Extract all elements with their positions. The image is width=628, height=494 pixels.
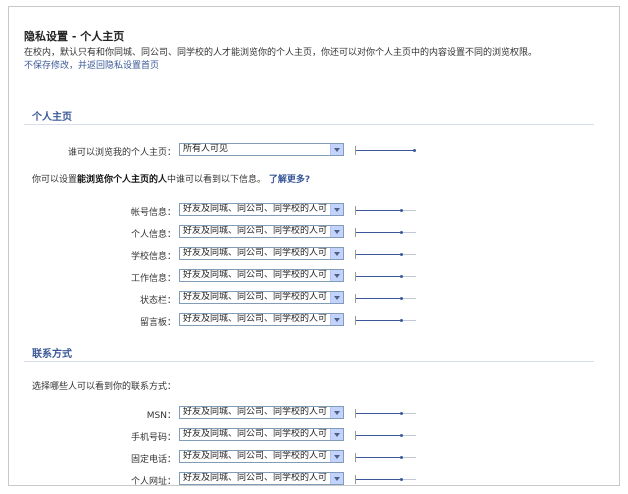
contact-row-slider[interactable]	[355, 453, 416, 462]
profile-row-value: 好友及同城、同公司、同学校的人可	[183, 314, 328, 324]
slider-tick	[355, 206, 356, 215]
slider-track-remaining	[403, 232, 416, 233]
profile-row-select[interactable]: 好友及同城、同公司、同学校的人可	[179, 203, 344, 216]
contact-row-select[interactable]: 好友及同城、同公司、同学校的人可	[179, 406, 344, 419]
chevron-down-icon	[330, 314, 343, 325]
slider-tick	[355, 475, 356, 484]
chevron-down-icon	[330, 451, 343, 462]
profile-row-value: 好友及同城、同公司、同学校的人可	[183, 292, 328, 302]
chevron-down-icon	[330, 292, 343, 303]
section-divider	[24, 124, 594, 125]
slider-tick	[355, 146, 356, 155]
profile-row-slider[interactable]	[355, 316, 416, 325]
chevron-down-icon	[330, 204, 343, 215]
slider-track-remaining	[403, 413, 416, 414]
profile-row-value: 好友及同城、同公司、同学校的人可	[183, 270, 328, 280]
profile-row-slider[interactable]	[355, 206, 416, 215]
profile-row-label: 工作信息：	[130, 274, 176, 284]
slider-track-remaining	[403, 320, 416, 321]
profile-section-note: 你可以设置能浏览你个人主页的人中谁可以看到以下信息。 了解更多?	[32, 172, 310, 185]
profile-row-label: 帐号信息：	[130, 208, 176, 218]
slider-tick	[355, 294, 356, 303]
who-can-view-slider[interactable]	[355, 146, 416, 155]
slider-tick	[355, 316, 356, 325]
profile-row-slider[interactable]	[355, 272, 416, 281]
slider-tick	[355, 431, 356, 440]
slider-track-remaining	[403, 210, 416, 211]
note-bold: 能浏览你个人主页的人	[77, 175, 168, 185]
slider-tick	[355, 228, 356, 237]
slider-tick	[355, 409, 356, 418]
contact-row-slider[interactable]	[355, 475, 416, 484]
note-prefix: 你可以设置	[32, 175, 78, 185]
profile-row-select[interactable]: 好友及同城、同公司、同学校的人可	[179, 225, 344, 238]
contact-row-select[interactable]: 好友及同城、同公司、同学校的人可	[179, 428, 344, 441]
chevron-down-icon	[330, 248, 343, 259]
contact-row-value: 好友及同城、同公司、同学校的人可	[183, 451, 328, 461]
contact-section-note: 选择哪些人可以看到你的联系方式：	[32, 382, 177, 392]
profile-row-label: 状态栏：	[139, 296, 176, 306]
contact-row-label: 固定电话：	[130, 455, 176, 465]
profile-row-slider[interactable]	[355, 228, 416, 237]
slider-track-remaining	[403, 254, 416, 255]
profile-row-label: 留言板：	[139, 318, 176, 328]
slider-track-remaining	[403, 276, 416, 277]
contact-section-title: 联系方式	[32, 349, 72, 360]
profile-row-select[interactable]: 好友及同城、同公司、同学校的人可	[179, 313, 344, 326]
profile-row-slider[interactable]	[355, 294, 416, 303]
profile-row-label: 学校信息：	[130, 252, 176, 262]
slider-tick	[355, 272, 356, 281]
contact-row-select[interactable]: 好友及同城、同公司、同学校的人可	[179, 472, 344, 485]
chevron-down-icon	[330, 473, 343, 484]
profile-row-label: 个人信息：	[130, 230, 176, 240]
chevron-down-icon	[330, 270, 343, 281]
profile-row-select[interactable]: 好友及同城、同公司、同学校的人可	[179, 291, 344, 304]
chevron-down-icon	[330, 226, 343, 237]
learn-more-link[interactable]: 了解更多?	[269, 175, 310, 185]
page-title: 隐私设置 - 个人主页	[24, 30, 125, 43]
contact-row-value: 好友及同城、同公司、同学校的人可	[183, 429, 328, 439]
slider-knob[interactable]	[413, 149, 416, 152]
section-divider	[24, 361, 594, 362]
contact-row-value: 好友及同城、同公司、同学校的人可	[183, 473, 328, 483]
who-can-view-select[interactable]: 所有人可见	[179, 143, 344, 156]
contact-row-select[interactable]: 好友及同城、同公司、同学校的人可	[179, 450, 344, 463]
slider-track-remaining	[403, 435, 416, 436]
chevron-down-icon	[330, 407, 343, 418]
profile-section-title: 个人主页	[32, 112, 72, 123]
contact-row-value: 好友及同城、同公司、同学校的人可	[183, 407, 328, 417]
who-can-view-label: 谁可以浏览我的个人主页：	[67, 148, 176, 158]
chevron-down-icon	[330, 144, 343, 155]
contact-row-slider[interactable]	[355, 431, 416, 440]
slider-tick	[355, 250, 356, 259]
slider-tick	[355, 453, 356, 462]
profile-row-value: 好友及同城、同公司、同学校的人可	[183, 226, 328, 236]
contact-row-label: 手机号码：	[130, 433, 176, 443]
note-suffix: 中谁可以看到以下信息。	[167, 175, 267, 185]
chevron-down-icon	[330, 429, 343, 440]
slider-track-remaining	[403, 298, 416, 299]
back-to-privacy-home-link[interactable]: 不保存修改，并返回隐私设置首页	[24, 58, 159, 71]
intro-text: 在校内，默认只有和你同城、同公司、同学校的人才能浏览你的个人主页，你还可以对你个…	[24, 48, 538, 58]
profile-row-value: 好友及同城、同公司、同学校的人可	[183, 204, 328, 214]
who-can-view-value: 所有人可见	[183, 144, 229, 154]
profile-row-value: 好友及同城、同公司、同学校的人可	[183, 248, 328, 258]
profile-row-slider[interactable]	[355, 250, 416, 259]
contact-row-label: MSN：	[146, 411, 176, 421]
profile-row-select[interactable]: 好友及同城、同公司、同学校的人可	[179, 247, 344, 260]
slider-track-remaining	[403, 457, 416, 458]
profile-row-select[interactable]: 好友及同城、同公司、同学校的人可	[179, 269, 344, 282]
slider-track-remaining	[403, 479, 416, 480]
contact-row-slider[interactable]	[355, 409, 416, 418]
contact-row-label: 个人网址：	[130, 477, 176, 487]
